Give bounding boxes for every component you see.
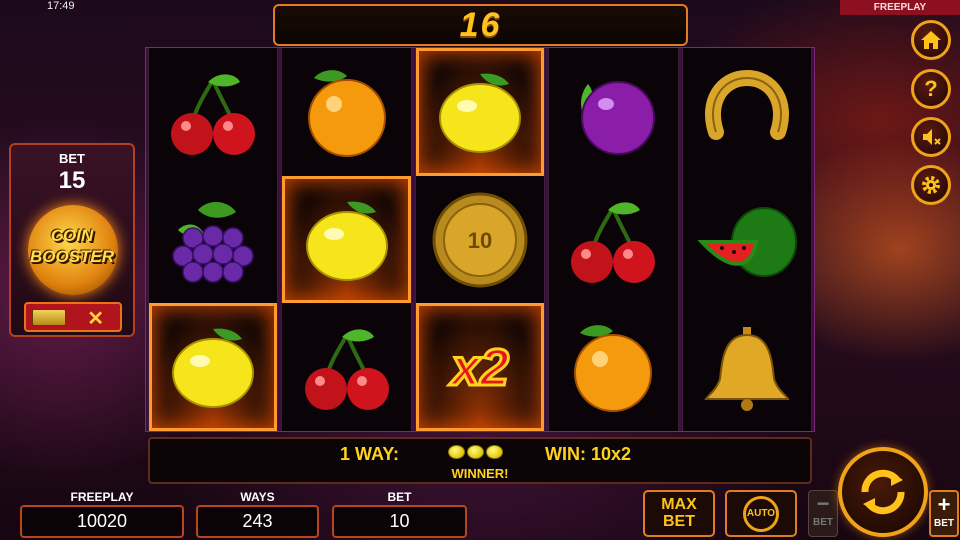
reel-2 bbox=[281, 48, 412, 431]
bet-increase-label: BET bbox=[934, 518, 954, 529]
freeplay-balance: 10020 bbox=[20, 505, 184, 538]
coin-booster-panel: BET 15 COIN BOOSTER ✕ bbox=[9, 143, 135, 337]
booster-bet-value: 15 bbox=[58, 167, 86, 194]
plus-icon: + bbox=[937, 492, 951, 517]
coin-symbol-value: 10 bbox=[468, 228, 492, 253]
ways-value: 243 bbox=[196, 505, 319, 538]
minus-icon: − bbox=[816, 491, 830, 516]
reel-3: 10 x2 bbox=[414, 48, 546, 432]
bell-icon bbox=[683, 303, 811, 431]
help-icon[interactable]: ? bbox=[911, 69, 951, 109]
cherries-icon bbox=[282, 303, 410, 431]
lemon-icon bbox=[467, 445, 484, 459]
booster-title: COIN BOOSTER bbox=[11, 225, 133, 267]
watermelon-icon bbox=[683, 176, 811, 304]
lemon-icon bbox=[448, 445, 465, 459]
autoplay-button[interactable]: AUTO bbox=[725, 490, 797, 537]
winner-text: WINNER! bbox=[451, 466, 509, 481]
bet-label: BET bbox=[387, 490, 412, 504]
grapes-icon bbox=[149, 176, 277, 304]
booster-bet-label: BET bbox=[59, 151, 85, 166]
orange-icon bbox=[549, 303, 677, 431]
reel-1 bbox=[148, 48, 279, 432]
win-info-bar: 1 WAY: WIN: 10x2 WINNER! bbox=[148, 437, 812, 484]
bet-increase-button[interactable]: + BET bbox=[929, 490, 959, 537]
plum-icon bbox=[549, 48, 677, 176]
reel-4 bbox=[548, 48, 679, 431]
bet-decrease-label: BET bbox=[813, 517, 833, 528]
lemon-icon bbox=[415, 48, 545, 176]
win-symbols bbox=[448, 445, 503, 459]
freeplay-label: FREEPLAY bbox=[70, 490, 134, 504]
lemon-icon bbox=[282, 175, 411, 304]
settings-icon[interactable] bbox=[911, 165, 951, 205]
spin-icon bbox=[861, 469, 905, 515]
max-bet-line1: MAX bbox=[661, 496, 697, 513]
multiplier-text: x2 bbox=[448, 339, 509, 397]
win-counter: 16 bbox=[273, 4, 688, 46]
coin-booster-toggle[interactable]: ✕ bbox=[24, 302, 122, 332]
lemon-icon bbox=[149, 303, 278, 432]
reel-5 bbox=[681, 48, 813, 431]
cherries-icon bbox=[149, 48, 277, 176]
lemon-icon bbox=[486, 445, 503, 459]
clock: 17:49 bbox=[47, 0, 75, 12]
spin-button[interactable] bbox=[838, 447, 928, 537]
max-bet-line2: BET bbox=[663, 513, 695, 530]
win-amount: WIN: 10x2 bbox=[545, 444, 632, 464]
cherries-icon bbox=[549, 176, 677, 304]
sound-muted-icon[interactable] bbox=[911, 117, 951, 157]
orange-icon bbox=[282, 48, 410, 176]
toggle-off-icon: ✕ bbox=[87, 308, 104, 330]
booster-title-line2: BOOSTER bbox=[29, 247, 115, 266]
freeplay-mode-banner: FREEPLAY bbox=[840, 0, 960, 15]
bet-value: 10 bbox=[332, 505, 467, 538]
coin-symbol: 10 bbox=[416, 176, 544, 304]
ways-label: WAYS bbox=[240, 490, 275, 504]
reel-grid: 10 x2 bbox=[145, 47, 815, 432]
booster-title-line1: COIN bbox=[50, 226, 94, 245]
autoplay-icon: AUTO bbox=[743, 495, 779, 532]
max-bet-button[interactable]: MAX BET bbox=[643, 490, 715, 537]
win-ways: 1 WAY: bbox=[340, 444, 400, 464]
multiplier-symbol: x2 bbox=[415, 303, 545, 432]
toggle-knob bbox=[32, 309, 66, 326]
bet-decrease-button[interactable]: − BET bbox=[808, 490, 838, 537]
horseshoe-icon bbox=[683, 48, 811, 176]
home-icon[interactable] bbox=[911, 20, 951, 60]
